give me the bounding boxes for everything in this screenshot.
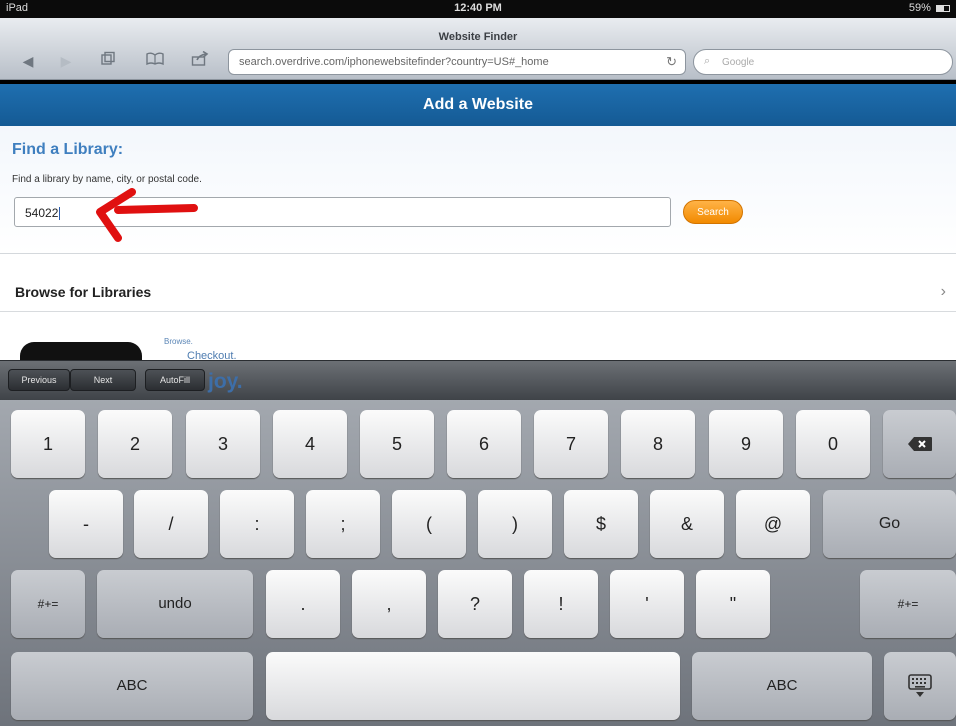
key-comma[interactable]: ,: [352, 570, 426, 638]
form-accessory-bar: Previous Next AutoFill joy.: [0, 360, 956, 400]
key-at[interactable]: @: [736, 490, 810, 558]
find-library-heading: Find a Library:: [12, 141, 124, 158]
shift-symbols-key-right[interactable]: #+=: [860, 570, 956, 638]
search-button[interactable]: Search: [683, 200, 743, 224]
promo-banner: Browse. Checkout.: [0, 312, 956, 372]
next-button[interactable]: Next: [70, 369, 136, 391]
reload-icon[interactable]: ↻: [666, 54, 677, 70]
backspace-icon[interactable]: [883, 410, 956, 478]
find-library-description: Find a library by name, city, or postal …: [12, 174, 202, 185]
key-slash[interactable]: /: [134, 490, 208, 558]
autofill-button[interactable]: AutoFill: [145, 369, 205, 391]
key-semicolon[interactable]: ;: [306, 490, 380, 558]
chevron-right-icon: ›: [940, 283, 946, 300]
key-7[interactable]: 7: [534, 410, 608, 478]
undo-key[interactable]: undo: [97, 570, 253, 638]
key-4[interactable]: 4: [273, 410, 347, 478]
back-arrow-icon[interactable]: ◀: [16, 51, 40, 71]
browse-libraries-label: Browse for Libraries: [15, 284, 152, 300]
go-key[interactable]: Go: [823, 490, 956, 558]
abc-key-right[interactable]: ABC: [692, 652, 872, 720]
search-icon: ⌕: [704, 55, 711, 67]
key-3[interactable]: 3: [186, 410, 260, 478]
annotation-arrow-icon: [96, 188, 198, 242]
key-colon[interactable]: :: [220, 490, 294, 558]
bookmarks-icon[interactable]: [143, 51, 167, 71]
onscreen-keyboard: 1 2 3 4 5 6 7 8 9 0 - / : ; ( ) $ & @ Go…: [0, 400, 956, 726]
web-search-placeholder: Google: [722, 57, 755, 68]
key-apostrophe[interactable]: ': [610, 570, 684, 638]
promo-browse-text: Browse.: [164, 337, 193, 346]
key-8[interactable]: 8: [621, 410, 695, 478]
url-text: search.overdrive.com/iphonewebsitefinder…: [239, 56, 549, 68]
forward-arrow-icon[interactable]: ▶: [54, 51, 78, 71]
key-dollar[interactable]: $: [564, 490, 638, 558]
battery-percent: 59%: [908, 2, 931, 14]
key-0[interactable]: 0: [796, 410, 870, 478]
key-period[interactable]: .: [266, 570, 340, 638]
share-icon[interactable]: [188, 50, 212, 71]
key-2[interactable]: 2: [98, 410, 172, 478]
key-close-paren[interactable]: ): [478, 490, 552, 558]
status-time: 12:40 PM: [454, 2, 502, 14]
text-cursor: [59, 207, 61, 221]
page-header: Add a Website: [0, 84, 956, 126]
library-search-value: 54022: [25, 206, 59, 220]
keyboard-hide-icon[interactable]: [884, 652, 956, 720]
key-1[interactable]: 1: [11, 410, 85, 478]
shift-symbols-key-left[interactable]: #+=: [11, 570, 85, 638]
key-ampersand[interactable]: &: [650, 490, 724, 558]
promo-enjoy-text: joy.: [208, 370, 243, 393]
battery-icon: [936, 4, 950, 12]
key-9[interactable]: 9: [709, 410, 783, 478]
key-hyphen[interactable]: -: [49, 490, 123, 558]
status-bar: iPad 12:40 PM 59%: [0, 0, 956, 18]
browser-toolbar: Website Finder ◀ ▶ search.overdrive.com/…: [0, 18, 956, 80]
key-open-paren[interactable]: (: [392, 490, 466, 558]
url-field[interactable]: search.overdrive.com/iphonewebsitefinder…: [228, 49, 686, 75]
key-6[interactable]: 6: [447, 410, 521, 478]
tabs-icon[interactable]: [96, 51, 120, 71]
browser-page-title: Website Finder: [438, 31, 518, 43]
key-5[interactable]: 5: [360, 410, 434, 478]
previous-button[interactable]: Previous: [8, 369, 70, 391]
web-search-field[interactable]: ⌕ Google: [693, 49, 953, 75]
space-bar[interactable]: [266, 652, 680, 720]
battery-status: 59%: [909, 2, 950, 14]
key-quote[interactable]: ": [696, 570, 770, 638]
abc-key-left[interactable]: ABC: [11, 652, 253, 720]
key-question[interactable]: ?: [438, 570, 512, 638]
key-exclamation[interactable]: !: [524, 570, 598, 638]
browse-libraries-row[interactable]: Browse for Libraries ›: [0, 254, 956, 312]
